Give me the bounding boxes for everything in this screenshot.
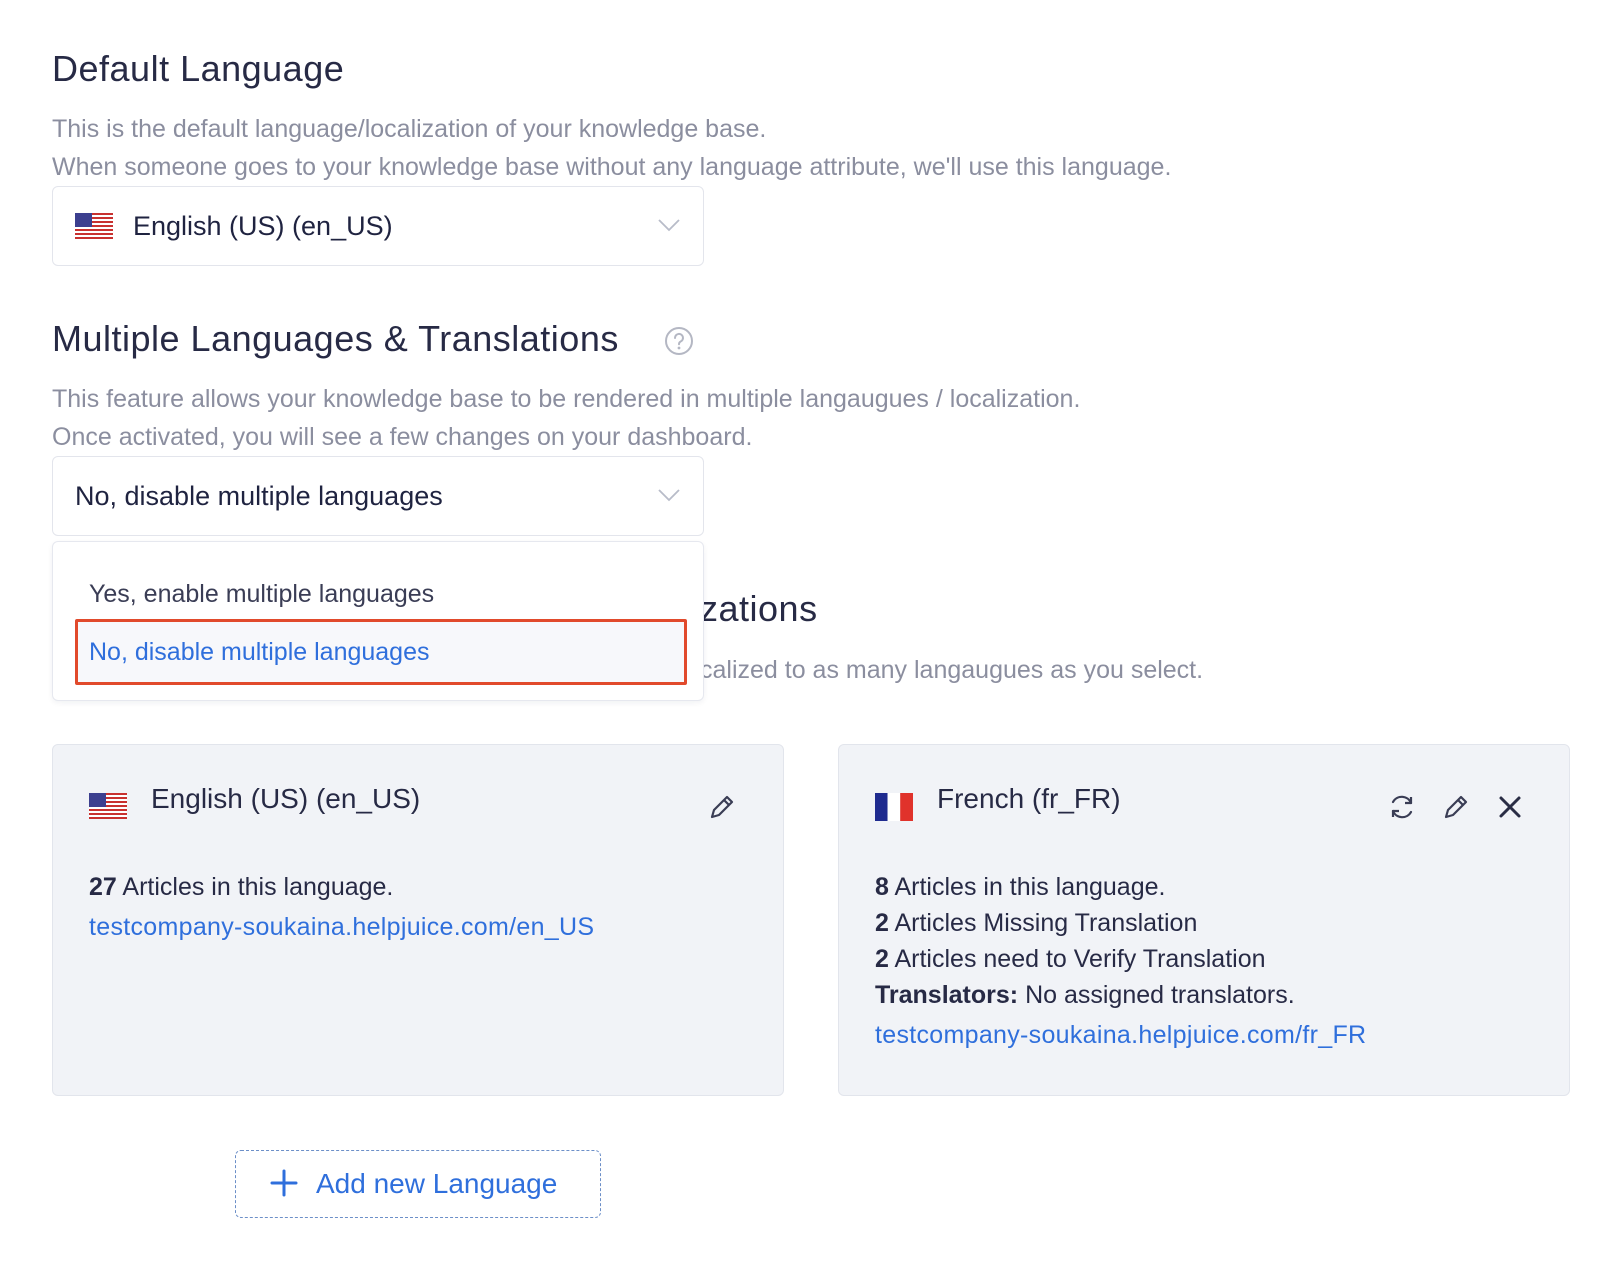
multiple-languages-value: No, disable multiple languages	[75, 481, 443, 511]
pencil-icon[interactable]	[707, 792, 737, 822]
verify-translation-line: 2 Articles need to Verify Translation	[875, 945, 1266, 974]
question-circle-icon[interactable]	[664, 326, 694, 356]
language-name: French (fr_FR)	[937, 783, 1121, 814]
articles-count: 8	[875, 873, 889, 901]
localizations-desc-partial: calized to as many langaugues as you sel…	[700, 656, 1204, 684]
language-url-link[interactable]: testcompany-soukaina.helpjuice.com/en_US	[89, 913, 594, 942]
plus-icon	[270, 1169, 298, 1197]
verify-count: 2	[875, 945, 889, 973]
close-icon[interactable]	[1495, 792, 1525, 822]
default-language-title: Default Language	[52, 48, 345, 89]
multiple-languages-desc-1: This feature allows your knowledge base …	[52, 385, 1081, 413]
articles-count-line: 8 Articles in this language.	[875, 873, 1165, 902]
language-name: English (US) (en_US)	[151, 783, 421, 814]
option-enable-multiple-languages[interactable]: Yes, enable multiple languages	[89, 580, 434, 609]
translators-line: Translators: No assigned translators.	[875, 981, 1295, 1010]
default-language-value: English (US) (en_US)	[133, 211, 393, 241]
fr-flag-icon	[875, 793, 913, 821]
translators-label: Translators:	[875, 981, 1019, 1009]
language-url-link[interactable]: testcompany-soukaina.helpjuice.com/fr_FR	[875, 1021, 1366, 1050]
translators-value: No assigned translators.	[1025, 981, 1295, 1009]
add-new-language-button[interactable]: Add new Language	[235, 1150, 601, 1218]
us-flag-icon	[89, 793, 127, 819]
us-flag-icon	[75, 213, 113, 239]
language-card-french: French (fr_FR) 8 Articles in this langua…	[838, 744, 1570, 1096]
option-disable-multiple-languages[interactable]: No, disable multiple languages	[89, 638, 430, 667]
articles-label: Articles in this language.	[894, 873, 1166, 901]
multiple-languages-desc-2: Once activated, you will see a few chang…	[52, 423, 753, 451]
default-language-select[interactable]: English (US) (en_US)	[52, 186, 704, 266]
chevron-down-icon	[658, 489, 680, 502]
pencil-icon[interactable]	[1441, 792, 1471, 822]
multiple-languages-select[interactable]: No, disable multiple languages	[52, 456, 704, 536]
refresh-icon[interactable]	[1387, 792, 1417, 822]
default-language-desc-1: This is the default language/localizatio…	[52, 115, 767, 143]
language-card-english: English (US) (en_US) 27 Articles in this…	[52, 744, 784, 1096]
missing-count: 2	[875, 909, 889, 937]
add-new-language-label: Add new Language	[316, 1168, 558, 1199]
localizations-title-partial: zations	[700, 588, 818, 629]
default-language-desc-2: When someone goes to your knowledge base…	[52, 153, 1172, 181]
verify-label: Articles need to Verify Translation	[894, 945, 1266, 973]
missing-translation-line: 2 Articles Missing Translation	[875, 909, 1197, 938]
articles-label: Articles in this language.	[122, 873, 394, 901]
articles-count: 27	[89, 873, 117, 901]
missing-label: Articles Missing Translation	[894, 909, 1198, 937]
chevron-down-icon	[658, 219, 680, 232]
multiple-languages-dropdown: Yes, enable multiple languages No, disab…	[52, 541, 704, 701]
articles-count-line: 27 Articles in this language.	[89, 873, 393, 902]
multiple-languages-title: Multiple Languages & Translations	[52, 318, 619, 359]
